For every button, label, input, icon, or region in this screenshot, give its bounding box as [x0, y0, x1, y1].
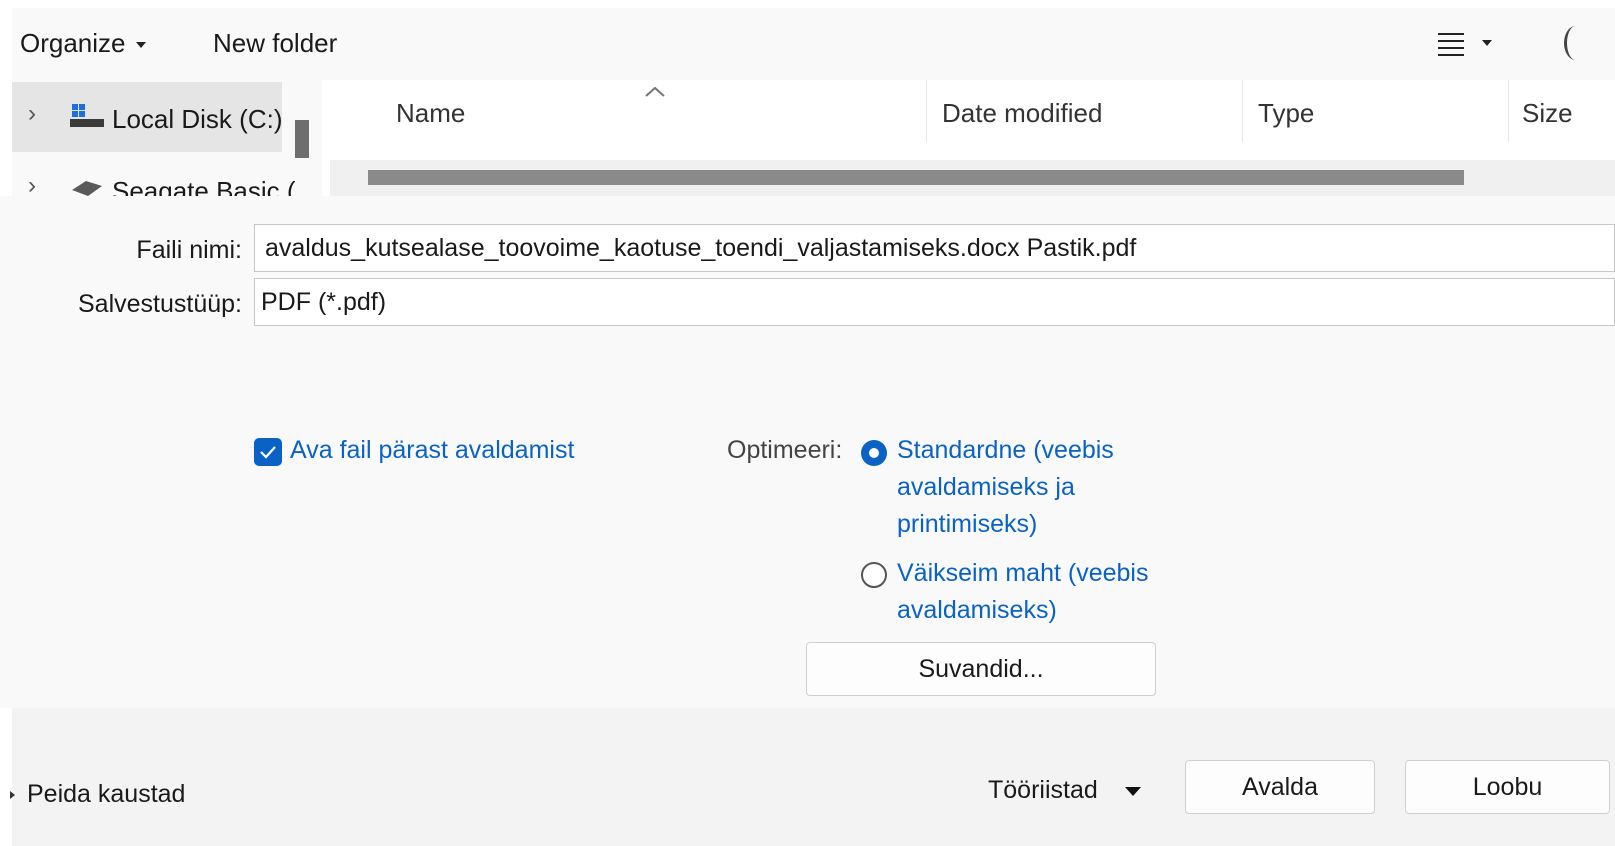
publish-button[interactable]: Avalda — [1185, 760, 1375, 814]
savetype-label: Salvestustüüp: — [78, 290, 242, 318]
command-bar: Organize New folder — [12, 8, 1615, 80]
checkmark-icon — [260, 446, 276, 459]
organize-label: Organize — [20, 28, 126, 58]
column-header-date-modified[interactable]: Date modified — [942, 98, 1102, 129]
caret-down-icon — [1124, 786, 1141, 796]
column-divider[interactable] — [1242, 80, 1243, 142]
cancel-button-label: Loobu — [1472, 772, 1543, 801]
radio-minimum-line: Väikseim maht (veebis — [897, 559, 1149, 587]
options-button-label: Suvandid... — [918, 654, 1044, 683]
column-header-type[interactable]: Type — [1258, 98, 1314, 129]
list-view-icon — [1438, 33, 1464, 56]
publish-button-label: Avalda — [1242, 772, 1318, 801]
tools-menu[interactable]: Tööriistad — [988, 776, 1141, 805]
help-icon[interactable] — [1564, 26, 1587, 60]
new-folder-label: New folder — [213, 28, 338, 58]
radio-standard[interactable] — [861, 440, 887, 466]
nav-scrollbar-thumb[interactable] — [295, 120, 309, 158]
caret-down-icon — [135, 42, 146, 49]
nav-item-local-disk[interactable]: › Local Disk (C:) — [12, 82, 282, 152]
radio-minimum-size[interactable] — [861, 562, 887, 588]
open-after-checkbox[interactable] — [254, 438, 282, 466]
radio-minimum-line: avaldamiseks) — [897, 596, 1057, 624]
savetype-value: PDF (*.pdf) — [261, 287, 387, 316]
radio-standard-line: Standardne (veebis — [897, 436, 1114, 464]
navigation-pane: › Local Disk (C:) › Seagate Basic ( — [12, 80, 322, 196]
horizontal-scrollbar-thumb[interactable] — [368, 170, 1464, 185]
sort-ascending-icon — [645, 86, 665, 97]
radio-standard-line: printimiseks) — [897, 510, 1038, 538]
view-menu-button[interactable] — [1436, 30, 1492, 63]
drive-icon — [70, 104, 104, 127]
filename-label: Faili nimi: — [136, 236, 242, 264]
dialog-footer: Peida kaustad Tööriistad Avalda Loobu — [10, 708, 1615, 846]
save-options-panel: Faili nimi: avaldus_kutsealase_toovoime_… — [0, 196, 1615, 708]
column-header-name[interactable]: Name — [396, 98, 465, 129]
open-after-label[interactable]: Ava fail pärast avaldamist — [290, 436, 574, 465]
nav-item-seagate[interactable]: › Seagate Basic ( — [12, 154, 296, 196]
filename-input[interactable]: avaldus_kutsealase_toovoime_kaotuse_toen… — [254, 224, 1615, 272]
hide-folders-toggle[interactable]: Peida kaustad — [10, 780, 185, 809]
collapse-arrow-icon — [10, 791, 15, 800]
column-divider[interactable] — [1508, 80, 1509, 142]
hide-folders-label: Peida kaustad — [27, 780, 186, 808]
horizontal-scrollbar[interactable] — [330, 160, 1615, 196]
file-list: Name Date modified Type Size — [322, 80, 1615, 196]
filename-value: avaldus_kutsealase_toovoime_kaotuse_toen… — [265, 233, 1137, 262]
nav-item-label: Local Disk (C:) — [112, 104, 283, 134]
options-button[interactable]: Suvandid... — [806, 642, 1156, 696]
organize-menu[interactable]: Organize — [20, 28, 146, 59]
new-folder-button[interactable]: New folder — [213, 28, 337, 59]
nav-item-label: Seagate Basic ( — [112, 176, 296, 196]
cancel-button[interactable]: Loobu — [1405, 760, 1610, 814]
chevron-right-icon: › — [28, 172, 36, 196]
view-caret-icon — [1482, 40, 1492, 46]
column-header-size[interactable]: Size — [1522, 98, 1573, 129]
chevron-right-icon: › — [28, 100, 36, 127]
external-drive-icon — [72, 181, 102, 196]
savetype-select[interactable]: PDF (*.pdf) — [254, 278, 1615, 326]
radio-standard-label[interactable]: Standardne (veebis avaldamiseks ja print… — [897, 432, 1114, 543]
radio-minimum-size-label[interactable]: Väikseim maht (veebis avaldamiseks) — [897, 555, 1148, 629]
tools-label: Tööriistad — [988, 776, 1098, 804]
optimize-label: Optimeeri: — [727, 436, 843, 464]
radio-standard-line: avaldamiseks ja — [897, 473, 1075, 501]
column-divider[interactable] — [926, 80, 927, 142]
